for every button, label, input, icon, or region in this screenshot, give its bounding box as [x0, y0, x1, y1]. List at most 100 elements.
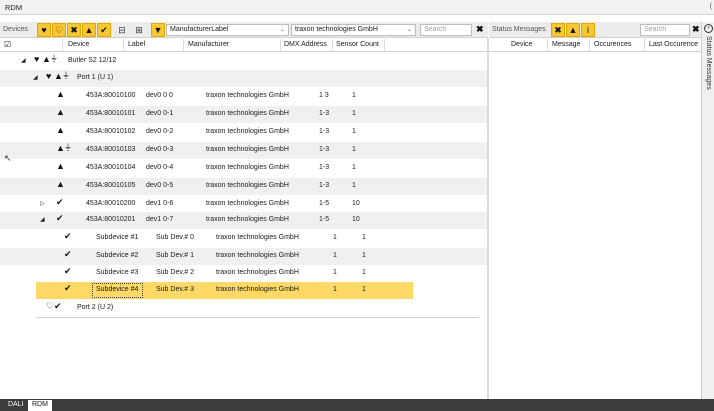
device-label: dev1 0-7 — [146, 216, 174, 223]
device-dmx: 1-3 — [319, 182, 330, 189]
devices-search-input[interactable]: Search — [420, 24, 472, 36]
filter-field-value: ManufacturerLabel — [170, 26, 229, 33]
column-dmx-address[interactable]: DMX Address — [284, 41, 327, 48]
device-id: 453A:80010104 — [86, 164, 136, 171]
filter-value-combo[interactable]: traxon technologies GmbH ⌄ — [291, 24, 416, 36]
window-title: RDM — [5, 3, 23, 12]
panel-splitter[interactable] — [487, 38, 489, 399]
tree-row-port-1[interactable]: ◢ ♥ ▲ ⏚ Port 1 (U 1) — [0, 70, 487, 87]
table-row[interactable]: ▲ 453A:80010104 dev0 0-4 traxon technolo… — [0, 160, 487, 177]
column-divider — [123, 39, 124, 51]
table-row[interactable]: ▲ ⏚ 453A:80010103 dev0 0-3 traxon techno… — [0, 142, 487, 159]
table-row[interactable]: ✔ Subdevice #2 Sub Dev.# 1 traxon techno… — [0, 248, 487, 265]
status-column-message[interactable]: Message — [552, 41, 580, 48]
info-icon[interactable]: i — [581, 23, 595, 37]
table-row[interactable]: ◢ ✔ 453A:80010201 dev1 0-7 traxon techno… — [0, 212, 487, 229]
warning-icon[interactable]: ▲ — [82, 23, 96, 37]
filter-field-combo[interactable]: ManufacturerLabel ⌄ — [166, 24, 289, 36]
status-messages-side-tab[interactable]: › Status Messages — [701, 22, 714, 399]
column-sensor-count[interactable]: Sensor Count — [336, 41, 379, 48]
subdevice-manufacturer: traxon technologies GmbH — [216, 234, 299, 241]
column-divider — [384, 39, 385, 51]
error-icon[interactable]: ✖ — [67, 23, 81, 37]
table-row[interactable]: ▲ 453A:80010105 dev0 0-5 traxon technolo… — [0, 178, 487, 195]
device-sensors: 1 — [352, 146, 356, 153]
table-row[interactable]: ✔ Subdevice #1 Sub Dev.# 0 traxon techno… — [0, 230, 487, 247]
table-row-selected[interactable]: ✔ Subdevice #4 Sub Dev.# 3 traxon techno… — [0, 282, 487, 299]
subdevice-sensors: 1 — [362, 286, 366, 293]
check-icon[interactable]: ✔ — [97, 23, 111, 37]
device-sensors: 10 — [352, 216, 360, 223]
check-icon: ✔ — [56, 213, 64, 223]
table-row[interactable]: ▲ 453A:80010101 dev0 0-1 traxon technolo… — [0, 106, 487, 123]
device-id: 453A:80010101 — [86, 110, 136, 117]
tree-divider — [36, 317, 479, 318]
column-divider — [183, 39, 184, 51]
collapse-arrow-icon[interactable]: ◢ — [40, 216, 45, 223]
warning-icon: ▲ — [56, 89, 65, 99]
collapse-all-icon[interactable]: ⊟ — [116, 24, 128, 36]
subdevice-label: Sub Dev.# 0 — [156, 234, 195, 241]
table-row[interactable]: ▷ ✔ 453A:80010200 dev1 0-6 traxon techno… — [0, 196, 487, 213]
subdevice-sensors: 1 — [362, 269, 366, 276]
device-label: dev0 0-4 — [146, 164, 174, 171]
devices-label: Devices — [3, 26, 28, 33]
tree-row-controller[interactable]: ◢ ♥ ▲ ⏚ Butler S2 12/12 — [0, 53, 487, 70]
collapse-arrow-icon[interactable]: ◢ — [21, 57, 26, 64]
tab-rdm[interactable]: RDM — [28, 400, 52, 411]
plug-icon: ⏚ — [50, 54, 58, 63]
warning-icon: ▲ — [56, 161, 65, 171]
heart-outline-icon[interactable]: ♡ — [52, 23, 66, 37]
subdevice-name: Subdevice #2 — [96, 252, 139, 259]
clear-search-icon[interactable]: ✖ — [476, 25, 484, 34]
expand-arrow-icon[interactable]: ▷ — [40, 200, 45, 207]
check-icon: ✔ — [64, 231, 72, 241]
heart-icon: ♥ — [46, 71, 52, 81]
device-dmx: 1-5 — [319, 200, 330, 207]
filter-value-text: traxon technologies GmbH — [295, 26, 378, 33]
status-messages-label: Status Messages — [492, 26, 546, 33]
device-manufacturer: traxon technologies GmbH — [206, 146, 289, 153]
device-label: dev0 0 0 — [146, 92, 173, 99]
plug-icon: ⏚ — [64, 143, 72, 152]
column-divider — [332, 39, 333, 51]
device-dmx: 1 3 — [319, 92, 329, 99]
column-manufacturer[interactable]: Manufacturer — [188, 41, 229, 48]
status-column-last-occurence[interactable]: Last Occurence — [649, 41, 698, 48]
devices-search-placeholder: Search — [424, 26, 447, 33]
table-row[interactable]: ▲ 453A:80010100 dev0 0 0 traxon technolo… — [0, 88, 487, 105]
heart-icon[interactable]: ♥ — [37, 23, 51, 37]
tab-dali[interactable]: DALI — [4, 400, 28, 411]
subdevice-dmx: 1 — [333, 269, 337, 276]
column-divider — [547, 39, 548, 51]
status-column-occurences[interactable]: Occurences — [594, 41, 631, 48]
plug-icon: ⏚ — [62, 71, 70, 80]
check-icon: ✔ — [64, 283, 72, 293]
controller-name: Butler S2 12/12 — [68, 57, 117, 64]
collapse-arrow-icon[interactable]: ◢ — [33, 74, 38, 81]
device-dmx: 1-5 — [319, 216, 330, 223]
column-device[interactable]: Device — [68, 41, 89, 48]
status-column-device[interactable]: Device — [511, 41, 532, 48]
device-label: dev0 0-1 — [146, 110, 174, 117]
table-row[interactable]: ▲ 453A:80010102 dev0 0-2 traxon technolo… — [0, 124, 487, 141]
warning-icon[interactable]: ▲ — [566, 23, 580, 37]
table-row[interactable]: ✔ Subdevice #3 Sub Dev.# 2 traxon techno… — [0, 265, 487, 282]
subdevice-label: Sub Dev.# 3 — [156, 286, 195, 293]
bottom-tab-bar: DALI RDM — [0, 399, 714, 411]
device-dmx: 1-3 — [319, 164, 330, 171]
select-all-checkbox-icon[interactable]: ☑ — [4, 40, 11, 49]
device-manufacturer: traxon technologies GmbH — [206, 164, 289, 171]
device-manufacturer: traxon technologies GmbH — [206, 200, 289, 207]
expand-all-icon[interactable]: ⊞ — [133, 24, 145, 36]
status-search-input[interactable]: Search — [640, 24, 690, 36]
error-icon[interactable]: ✖ — [551, 23, 565, 37]
device-manufacturer: traxon technologies GmbH — [206, 92, 289, 99]
filter-icon[interactable]: ▼ — [151, 23, 165, 37]
check-icon: ✔ — [64, 266, 72, 276]
clear-status-search-icon[interactable]: ✖ — [692, 25, 700, 34]
column-label[interactable]: Label — [128, 41, 145, 48]
tree-row-port-2[interactable]: ♡ ✔ Port 2 (U 2) — [0, 300, 487, 317]
subdevice-label: Sub Dev.# 1 — [156, 252, 195, 259]
collapse-panel-icon[interactable]: › — [704, 24, 713, 33]
